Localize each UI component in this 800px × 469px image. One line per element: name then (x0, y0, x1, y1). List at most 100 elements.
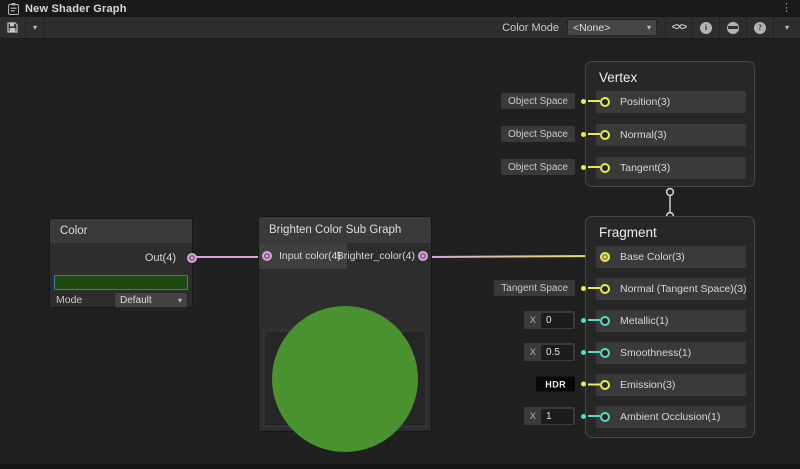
toolbar-right-group: Color Mode <None> ▾ <×> i ? ▾ (494, 17, 800, 38)
toolbar-overflow-button[interactable]: ▾ (773, 17, 800, 38)
window-titlebar: New Shader Graph ⋮ (0, 0, 800, 17)
input-color-slot: Input color(4) (259, 243, 347, 269)
node-title: Color (50, 219, 192, 243)
chevron-down-icon: ▾ (33, 23, 37, 32)
slot-label: Normal(3) (620, 129, 667, 141)
space-pill: Tangent Space (494, 280, 575, 296)
emission-hdr-control: HDR (536, 377, 600, 392)
base-color-port[interactable] (600, 252, 610, 262)
slot-label: Smoothness(1) (620, 347, 691, 359)
save-asset-button[interactable] (0, 17, 26, 38)
main-preview-button[interactable] (719, 17, 746, 38)
slot-ambient-occlusion: Ambient Occlusion(1) (596, 406, 746, 428)
graph-inspector-button[interactable]: i (692, 17, 719, 38)
smoothness-value-input[interactable]: 0.5 (541, 345, 573, 360)
node-vertex[interactable]: Vertex Position(3) Normal(3) Tangent(3) (585, 61, 755, 187)
value-field: X 0.5 (524, 343, 575, 361)
help-icon: ? (754, 22, 766, 34)
color-swatch[interactable] (54, 275, 188, 290)
show-generated-code-button[interactable]: <×> (665, 17, 692, 38)
port-dot (581, 318, 586, 323)
kebab-menu-icon[interactable]: ⋮ (781, 3, 792, 14)
value-field: X 0 (524, 311, 575, 329)
wire-stub (588, 319, 600, 321)
wire-stub (588, 287, 600, 289)
node-preview (262, 329, 428, 428)
slot-smoothness: Smoothness(1) (596, 342, 746, 364)
ambient-occlusion-port[interactable] (600, 412, 610, 422)
color-out-row: Out(4) (50, 243, 192, 273)
port-dot (581, 414, 586, 419)
x-label: X (530, 347, 536, 358)
output-label: Brighter_color(4) (337, 250, 415, 262)
wire-stub (588, 166, 600, 168)
slot-tangent: Tangent(3) (596, 157, 746, 179)
tangent-space-control: Object Space (501, 159, 600, 175)
shader-graph-icon (8, 3, 19, 15)
window-title: New Shader Graph (25, 3, 127, 15)
color-out-port[interactable] (187, 253, 197, 263)
preview-background (265, 332, 425, 425)
wire-stub (588, 133, 600, 135)
window-bottom-edge (0, 464, 800, 469)
port-dot (581, 382, 586, 387)
slot-normal-tangent-space: Normal (Tangent Space)(3) (596, 278, 746, 300)
emission-port[interactable] (600, 380, 610, 390)
metallic-port[interactable] (600, 316, 610, 326)
port-dot (581, 286, 586, 291)
x-label: X (530, 411, 536, 422)
ambient-occlusion-value-control: X 1 (524, 407, 600, 425)
wire-stub (588, 351, 600, 353)
node-fragment[interactable]: Fragment Base Color(3) Normal (Tangent S… (585, 216, 755, 438)
out-label: Out(4) (145, 252, 176, 264)
normal-space-pill-control: Tangent Space (494, 280, 600, 296)
normal-port[interactable] (600, 130, 610, 140)
color-mode-row: Mode Default ▾ (56, 292, 188, 308)
port-dot (581, 99, 586, 104)
input-color-port[interactable] (262, 251, 272, 261)
node-color[interactable]: Color Out(4) Mode Default ▾ (49, 218, 193, 308)
chevron-down-icon: ▾ (178, 296, 182, 305)
color-mode-value: <None> (573, 22, 610, 34)
port-dot (581, 165, 586, 170)
wire-stub (588, 383, 600, 385)
slot-label: Base Color(3) (620, 251, 685, 263)
tangent-port[interactable] (600, 163, 610, 173)
smoothness-value-control: X 0.5 (524, 343, 600, 361)
save-dropdown-button[interactable]: ▾ (26, 17, 45, 38)
slot-label: Position(3) (620, 96, 670, 108)
node-title: Brighten Color Sub Graph (259, 217, 431, 243)
wire-stub (588, 100, 600, 102)
brighter-color-port[interactable] (418, 251, 428, 261)
chevron-down-icon: ▾ (647, 23, 651, 32)
chevron-down-icon: ▾ (785, 23, 789, 32)
node-brighten-color-subgraph[interactable]: Brighten Color Sub Graph Input color(4) … (258, 216, 432, 432)
color-mode-select[interactable]: Default ▾ (114, 292, 188, 308)
main-preview-icon (727, 22, 739, 34)
slot-label: Emission(3) (620, 379, 675, 391)
position-port[interactable] (600, 97, 610, 107)
node-title: Fragment (586, 217, 754, 240)
space-pill: Object Space (501, 93, 575, 109)
ambient-occlusion-value-input[interactable]: 1 (541, 409, 573, 424)
position-space-control: Object Space (501, 93, 600, 109)
slot-label: Ambient Occlusion(1) (620, 411, 720, 423)
slot-metallic: Metallic(1) (596, 310, 746, 332)
x-label: X (530, 315, 536, 326)
code-icon: <×> (672, 22, 687, 33)
normal-tangent-port[interactable] (600, 284, 610, 294)
metallic-value-input[interactable]: 0 (541, 313, 573, 328)
slot-label: Metallic(1) (620, 315, 668, 327)
hdr-badge[interactable]: HDR (536, 377, 575, 392)
color-mode-dropdown[interactable]: <None> ▾ (567, 19, 657, 36)
node-title: Vertex (586, 62, 754, 85)
preview-sphere (272, 306, 418, 452)
value-field: X 1 (524, 407, 575, 425)
mode-label: Mode (56, 294, 82, 306)
space-pill: Object Space (501, 159, 575, 175)
smoothness-port[interactable] (600, 348, 610, 358)
subgraph-ports-row: Input color(4) Brighter_color(4) (259, 243, 431, 269)
slot-label: Tangent(3) (620, 162, 670, 174)
help-button[interactable]: ? (746, 17, 773, 38)
slot-emission: Emission(3) (596, 374, 746, 396)
